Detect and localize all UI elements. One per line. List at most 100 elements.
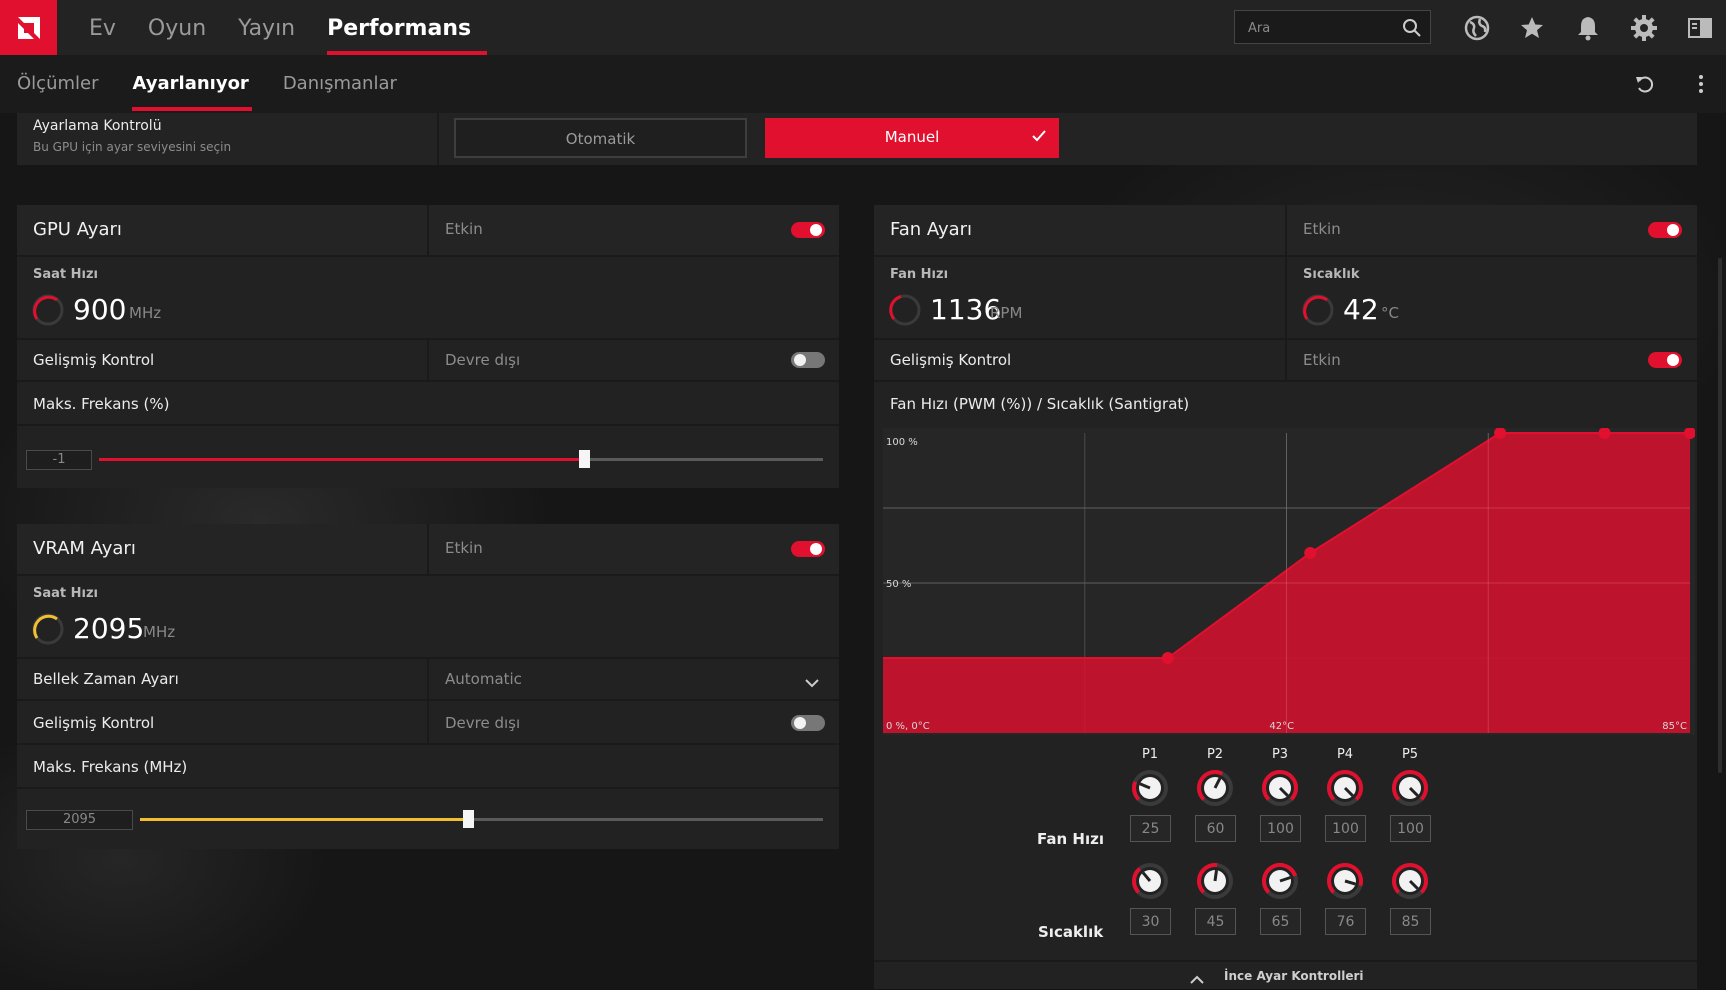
more-icon[interactable] [1690, 73, 1712, 99]
vram-max-freq-label: Maks. Frekans (MHz) [33, 758, 188, 776]
fan-curve-title: Fan Hızı (PWM (%)) / Sıcaklık (Santigrat… [890, 395, 1190, 413]
point-label-P2: P2 [1206, 747, 1224, 762]
fan-state: Etkin [1303, 220, 1341, 238]
fan-speed-knob-P3[interactable] [1260, 768, 1300, 808]
star-icon[interactable] [1518, 14, 1546, 42]
chevron-down-icon[interactable] [804, 674, 820, 693]
fan-curve-point-P1[interactable] [1161, 652, 1174, 664]
search-input[interactable] [1235, 11, 1410, 45]
gpu-title: GPU Ayarı [33, 219, 122, 240]
gpu-advanced-toggle[interactable] [791, 352, 825, 368]
tab-oyun[interactable]: Oyun [132, 0, 222, 55]
fan-panel: Fan Ayarı Etkin Fan Hızı 1136 RPM Sıcakl… [874, 205, 1697, 989]
temp-input-P4[interactable]: 76 [1325, 908, 1366, 935]
amd-logo-icon[interactable] [0, 0, 57, 55]
gpu-max-freq-fill [99, 458, 585, 461]
vram-title: VRAM Ayarı [33, 538, 136, 559]
temp-input-P5[interactable]: 85 [1390, 908, 1431, 935]
tab-ev[interactable]: Ev [73, 0, 132, 55]
sub-bar: Ölçümler Ayarlanıyor Danışmanlar [0, 55, 1726, 113]
gpu-max-freq-thumb[interactable] [579, 450, 591, 468]
temp-knob-P4[interactable] [1325, 861, 1365, 901]
fan-speed-label: Fan Hızı [890, 267, 949, 282]
x-tick-85: 85°C [1662, 721, 1687, 732]
vram-state: Etkin [445, 539, 483, 557]
tab-olcumler[interactable]: Ölçümler [0, 55, 115, 113]
fan-temp-gauge-icon [1301, 293, 1335, 331]
temp-input-P3[interactable]: 65 [1260, 908, 1301, 935]
y-tick-50: 50 % [886, 579, 911, 590]
chevron-up-icon[interactable] [1189, 971, 1205, 990]
fan-points-speed-label: Fan Hızı [1037, 830, 1104, 848]
fan-advanced-label: Gelişmiş Kontrol [890, 351, 1012, 369]
vram-clock-value: 2095 [73, 612, 145, 645]
gpu-clock-gauge-icon [31, 293, 65, 331]
fan-speed-input-P5[interactable]: 100 [1390, 815, 1431, 842]
tuning-control-title: Ayarlama Kontrolü [33, 118, 162, 134]
y-tick-0: 0 %, 0°C [886, 721, 930, 732]
temp-knob-P5[interactable] [1390, 861, 1430, 901]
vram-advanced-toggle[interactable] [791, 715, 825, 731]
fan-speed-knob-P2[interactable] [1195, 768, 1235, 808]
gpu-max-freq-input[interactable]: -1 [26, 450, 92, 470]
fan-title: Fan Ayarı [890, 219, 973, 240]
fan-curve-chart[interactable]: 100 % 50 % 0 %, 0°C 42°C 85°C [883, 428, 1695, 735]
tab-performans[interactable]: Performans [311, 0, 488, 55]
fan-speed-knob-P4[interactable] [1325, 768, 1365, 808]
fan-speed-unit: RPM [990, 304, 1023, 322]
fan-speed-knob-P1[interactable] [1130, 768, 1170, 808]
search-icon[interactable] [1402, 18, 1422, 42]
fine-tune-label[interactable]: İnce Ayar Kontrolleri [1224, 969, 1363, 983]
bell-icon[interactable] [1574, 14, 1602, 42]
fan-temp-label: Sıcaklık [1303, 267, 1360, 282]
point-label-P1: P1 [1141, 747, 1159, 762]
point-label-P4: P4 [1336, 747, 1354, 762]
tab-ayarlaniyor[interactable]: Ayarlanıyor [115, 55, 265, 113]
tuning-control-subtitle: Bu GPU için ayar seviyesini seçin [33, 140, 232, 154]
vram-max-freq-thumb[interactable] [462, 810, 474, 828]
temp-input-P2[interactable]: 45 [1195, 908, 1236, 935]
fan-speed-input-P4[interactable]: 100 [1325, 815, 1366, 842]
vram-max-freq-input[interactable]: 2095 [26, 810, 133, 830]
vram-advanced-state: Devre dışı [445, 714, 521, 732]
fan-toggle[interactable] [1648, 222, 1682, 238]
gear-icon[interactable] [1630, 14, 1658, 42]
vram-clock-gauge-icon [31, 612, 65, 650]
vram-toggle[interactable] [791, 541, 825, 557]
scrollbar[interactable] [1718, 258, 1722, 773]
temp-knob-P2[interactable] [1195, 861, 1235, 901]
fan-speed-input-P2[interactable]: 60 [1195, 815, 1236, 842]
tab-yayin[interactable]: Yayın [222, 0, 311, 55]
fan-speed-knob-P5[interactable] [1390, 768, 1430, 808]
fan-advanced-toggle[interactable] [1648, 352, 1682, 368]
fan-speed-input-P3[interactable]: 100 [1260, 815, 1301, 842]
top-bar: Ev Oyun Yayın Performans [0, 0, 1726, 55]
gpu-panel: GPU Ayarı Etkin Saat Hızı 900 MHz Gelişm… [17, 205, 839, 488]
temp-input-P1[interactable]: 30 [1130, 908, 1171, 935]
temp-knob-P1[interactable] [1130, 861, 1170, 901]
gpu-state: Etkin [445, 220, 483, 238]
vram-clock-label: Saat Hızı [33, 586, 99, 601]
auto-button[interactable]: Otomatik [454, 118, 747, 158]
gpu-advanced-state: Devre dışı [445, 351, 521, 369]
search-box[interactable] [1234, 10, 1431, 45]
fan-curve-point-P2[interactable] [1304, 547, 1317, 559]
gpu-toggle[interactable] [791, 222, 825, 238]
fan-advanced-state: Etkin [1303, 351, 1341, 369]
reset-icon[interactable] [1634, 73, 1656, 99]
temp-knob-P3[interactable] [1260, 861, 1300, 901]
vram-timing-select[interactable]: Automatic [445, 670, 522, 688]
x-tick-42: 42°C [1269, 721, 1294, 732]
fan-speed-input-P1[interactable]: 25 [1130, 815, 1171, 842]
point-label-P3: P3 [1271, 747, 1289, 762]
fan-points-temp-label: Sıcaklık [1038, 923, 1104, 941]
manual-button-label: Manuel [884, 128, 940, 146]
globe-icon[interactable] [1463, 14, 1491, 42]
vram-max-freq-fill [140, 818, 468, 821]
gpu-max-freq-label: Maks. Frekans (%) [33, 395, 170, 413]
panel-icon[interactable] [1686, 14, 1714, 42]
tab-danismanlar[interactable]: Danışmanlar [266, 55, 414, 113]
gpu-clock-value: 900 [73, 293, 127, 326]
vram-timing-label: Bellek Zaman Ayarı [33, 670, 179, 688]
manual-button[interactable]: Manuel [765, 118, 1059, 158]
